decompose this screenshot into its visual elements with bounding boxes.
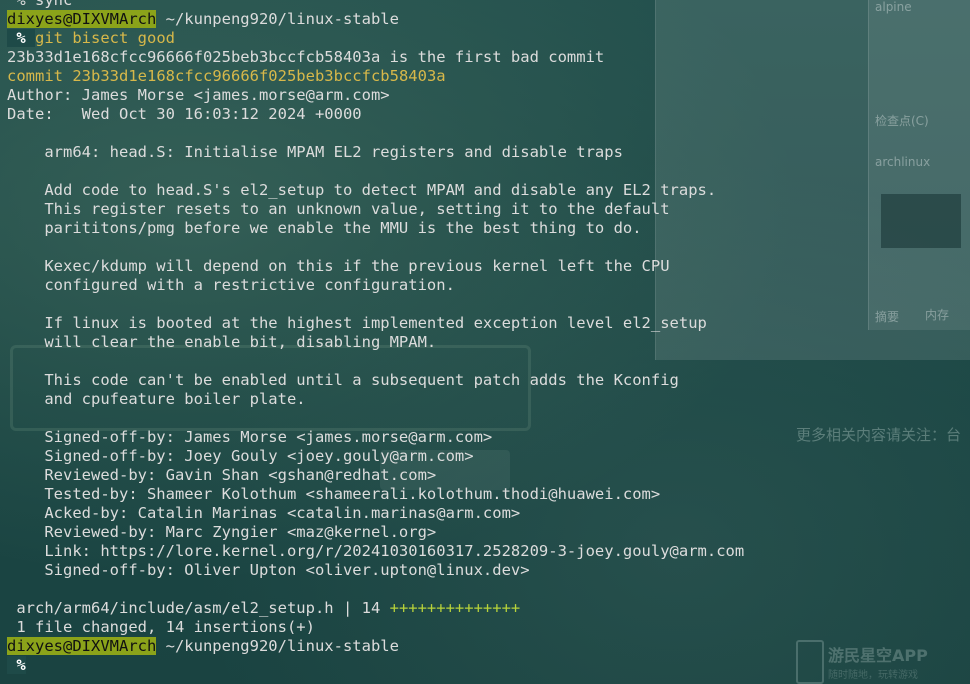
diffstat-file: arch/arm64/include/asm/el2_setup.h | 14 <box>7 599 390 617</box>
commit-label: commit <box>7 67 63 85</box>
commit-message-line: This register resets to an unknown value… <box>7 200 670 218</box>
bisect-result: 23b33d1e168cfcc96666f025beb3bccfcb58403a… <box>7 48 605 66</box>
final-prompt: % <box>7 656 970 675</box>
commit-message-line <box>7 295 970 314</box>
commit-message-line: Signed-off-by: Oliver Upton <oliver.upto… <box>7 561 530 579</box>
commit-message-line: Reviewed-by: Marc Zyngier <maz@kernel.or… <box>7 523 437 541</box>
commit-message-line <box>7 238 970 257</box>
commit-message-line <box>7 162 970 181</box>
commit-message-line <box>7 409 970 428</box>
commit-message-line: Reviewed-by: Gavin Shan <gshan@redhat.co… <box>7 466 437 484</box>
commit-message-line: Signed-off-by: Joey Gouly <joey.gouly@ar… <box>7 447 474 465</box>
prompt-symbol: % <box>7 29 35 47</box>
commit-message-line: Add code to head.S's el2_setup to detect… <box>7 181 717 199</box>
prompt-symbol-2: % <box>7 656 26 674</box>
commit-message-line: This code can't be enabled until a subse… <box>7 371 679 389</box>
commit-message-line: Signed-off-by: James Morse <james.morse@… <box>7 428 493 446</box>
prompt-user-host-2: dixyes@DIXVMArch <box>7 637 157 655</box>
commit-message: arm64: head.S: Initialise MPAM EL2 regis… <box>7 124 970 599</box>
prompt-user-host: dixyes@DIXVMArch <box>7 10 157 28</box>
commit-message-line: Tested-by: Shameer Kolothum <shameerali.… <box>7 485 661 503</box>
command-line: % git bisect good <box>7 29 970 48</box>
commit-message-line: will clear the enable bit, disabling MPA… <box>7 333 437 351</box>
commit-message-line: If linux is booted at the highest implem… <box>7 314 707 332</box>
command-text: git bisect good <box>35 29 175 47</box>
commit-message-line: parititons/pmg before we enable the MMU … <box>7 219 642 237</box>
date-line: Date: Wed Oct 30 16:03:12 2024 +0000 <box>7 105 362 123</box>
commit-message-line <box>7 352 970 371</box>
commit-message-line <box>7 580 970 599</box>
prompt-path-2: ~/kunpeng920/linux-stable <box>156 637 399 655</box>
commit-message-line: and cpufeature boiler plate. <box>7 390 306 408</box>
summary-line: 1 file changed, 14 insertions(+) <box>7 618 315 636</box>
terminal-output[interactable]: % sync dixyes@DIXVMArch ~/kunpeng920/lin… <box>0 0 970 675</box>
commit-message-line: Acked-by: Catalin Marinas <catalin.marin… <box>7 504 521 522</box>
commit-hash: 23b33d1e168cfcc96666f025beb3bccfcb58403a <box>72 67 446 85</box>
prompt-path: ~/kunpeng920/linux-stable <box>156 10 399 28</box>
commit-message-line: Link: https://lore.kernel.org/r/20241030… <box>7 542 745 560</box>
commit-message-line: Kexec/kdump will depend on this if the p… <box>7 257 670 275</box>
diffstat-plus: ++++++++++++++ <box>389 599 521 617</box>
commit-message-line <box>7 124 970 143</box>
commit-line: commit 23b33d1e168cfcc96666f025beb3bccfc… <box>7 67 970 86</box>
commit-message-line: arm64: head.S: Initialise MPAM EL2 regis… <box>7 143 623 161</box>
diffstat-line: arch/arm64/include/asm/el2_setup.h | 14 … <box>7 599 970 618</box>
terminal-line-sync: % sync <box>7 0 73 9</box>
prompt-line: dixyes@DIXVMArch ~/kunpeng920/linux-stab… <box>7 10 970 29</box>
author-line: Author: James Morse <james.morse@arm.com… <box>7 86 390 104</box>
prompt-line-2: dixyes@DIXVMArch ~/kunpeng920/linux-stab… <box>7 637 970 656</box>
commit-message-line: configured with a restrictive configurat… <box>7 276 455 294</box>
